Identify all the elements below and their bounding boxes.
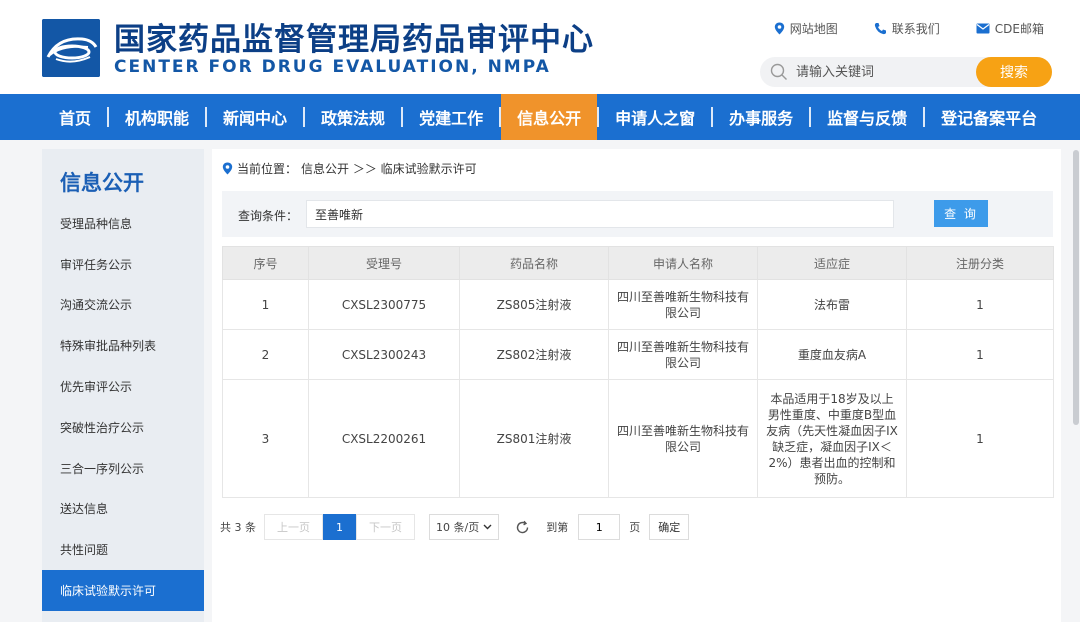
table-cell: ZS801注射液 <box>459 379 609 498</box>
location-pin-icon <box>222 162 233 175</box>
mail-icon <box>976 23 990 34</box>
cde-mail-label: CDE邮箱 <box>994 22 1044 36</box>
prev-page-button[interactable]: 上一页 <box>264 514 323 540</box>
breadcrumb-prefix: 当前位置： <box>237 162 298 176</box>
table-cell: ZS802注射液 <box>459 329 609 380</box>
cde-mail-link[interactable]: CDE邮箱 <box>976 20 1044 37</box>
nav-item[interactable]: 办事服务 <box>713 94 809 140</box>
contact-us-link[interactable]: 联系我们 <box>874 20 940 37</box>
query-button[interactable]: 查 询 <box>934 200 988 227</box>
table-cell: 四川至善唯新生物科技有限公司 <box>608 329 758 380</box>
sidebar-item[interactable]: 特殊审批品种列表 <box>42 325 204 366</box>
page-1-button[interactable]: 1 <box>323 514 356 540</box>
table-cell: ZS805注射液 <box>459 279 609 330</box>
location-pin-icon <box>774 22 784 35</box>
table-cell: 3 <box>222 379 309 498</box>
site-map-link[interactable]: 网站地图 <box>774 20 838 37</box>
breadcrumb: 当前位置： 信息公开 ＞＞ 临床试验默示许可 <box>222 160 477 177</box>
scrollbar-thumb[interactable] <box>1073 150 1079 425</box>
table-cell: 1 <box>906 279 1054 330</box>
nav-item[interactable]: 政策法规 <box>305 94 401 140</box>
table-cell: CXSL2300775 <box>308 279 460 330</box>
goto-label: 到第 <box>546 521 569 534</box>
table-header-cell: 序号 <box>222 246 309 280</box>
table-cell: 四川至善唯新生物科技有限公司 <box>608 379 758 498</box>
nav-item[interactable]: 申请人之窗 <box>599 94 711 140</box>
main-nav: 首页 机构职能 新闻中心 政策法规 党建工作 信息公开 申请人之窗 办事服务 监督与反馈 登记备案… <box>0 94 1080 140</box>
table-header-cell: 注册分类 <box>906 246 1054 280</box>
query-label: 查询条件： <box>238 209 299 223</box>
search-icon <box>770 63 787 80</box>
sidebar-item[interactable]: 优先审评公示 <box>42 366 204 407</box>
site-title-en: CENTER FOR DRUG EVALUATION, NMPA <box>114 57 551 77</box>
refresh-icon <box>517 520 529 533</box>
sidebar-item[interactable]: 送达信息 <box>42 489 204 530</box>
nav-item[interactable]: 登记备案平台 <box>925 94 1053 140</box>
site-search-input[interactable] <box>796 57 976 87</box>
sidebar-item[interactable]: 共性问题 <box>42 529 204 570</box>
table-cell: 1 <box>906 379 1054 498</box>
table-cell: CXSL2300243 <box>308 329 460 380</box>
site-search: 搜索 <box>760 57 1052 87</box>
page-label: 页 <box>629 521 641 534</box>
goto-page-input[interactable] <box>578 514 621 540</box>
table-cell: 四川至善唯新生物科技有限公司 <box>608 279 758 330</box>
table-header-cell: 药品名称 <box>459 246 609 280</box>
pagination-total: 共 3 条 <box>220 521 256 534</box>
sidebar: 信息公开 受理品种信息 审评任务公示 沟通交流公示 特殊审批品种列表 优先审评公示 突破性… <box>42 149 204 622</box>
main-content: 当前位置：信息公开 ＞＞ 临床试验默示许可 查询条件： 查 询 序号受理号药品名… <box>212 149 1061 622</box>
next-page-button[interactable]: 下一页 <box>356 514 415 540</box>
cde-logo[interactable] <box>42 19 100 77</box>
query-bar: 查询条件： 查 询 <box>222 191 1053 237</box>
table-cell: 2 <box>222 329 309 380</box>
site-title-cn: 国家药品监督管理局药品审评中心 <box>114 22 594 58</box>
nav-item[interactable]: 新闻中心 <box>207 94 303 140</box>
table-cell: 重度血友病A <box>757 329 907 380</box>
query-input[interactable] <box>306 200 894 228</box>
nav-item[interactable]: 信息公开 <box>501 94 598 140</box>
results-table: 序号 受理号 药品名称 申请人名称 适应症 注册分类 1 CXSL2300775 ZS805注… <box>222 246 1054 498</box>
top-links: 网站地图 联系我们 CDE邮箱 <box>774 20 1044 37</box>
table-row[interactable]: 2 CXSL2300243 ZS802注射液 四川至善唯新生物科技有限公司 重度血友病A… <box>222 329 1054 380</box>
table-header-cell: 申请人名称 <box>608 246 758 280</box>
table-header-row: 序号 受理号 药品名称 申请人名称 适应症 注册分类 <box>222 246 1054 280</box>
nav-item[interactable]: 监督与反馈 <box>811 94 923 140</box>
table-cell: CXSL2200261 <box>308 379 460 498</box>
sidebar-item[interactable]: 审评任务公示 <box>42 244 204 285</box>
table-row[interactable]: 1 CXSL2300775 ZS805注射液 四川至善唯新生物科技有限公司 法布雷 1 <box>222 279 1054 330</box>
pagination: 共 3 条 上一页 1 下一页 10 条/页 到第 页 确定 <box>220 514 690 540</box>
sidebar-item[interactable]: 临床试验默示许可 <box>42 570 204 611</box>
table-row[interactable]: 3 CXSL2200261 ZS801注射液 四川至善唯新生物科技有限公司 本品适用于1… <box>222 379 1054 498</box>
site-header: 国家药品监督管理局药品审评中心 CENTER FOR DRUG EVALUATI… <box>0 0 1080 94</box>
table-cell: 1 <box>906 329 1054 380</box>
goto-confirm-button[interactable]: 确定 <box>649 514 690 540</box>
sidebar-item[interactable]: 受理品种信息 <box>42 203 204 244</box>
page-size-select[interactable]: 10 条/页 <box>429 514 500 540</box>
table-cell: 1 <box>222 279 309 330</box>
table-header-cell: 受理号 <box>308 246 460 280</box>
refresh-button[interactable] <box>515 520 530 535</box>
sidebar-item[interactable]: 沟通交流公示 <box>42 285 204 326</box>
nav-item[interactable]: 机构职能 <box>109 94 205 140</box>
table-cell: 本品适用于18岁及以上男性重度、中重度B型血友病（先天性凝血因子IX缺乏症，凝血… <box>757 379 907 498</box>
nav-item[interactable]: 首页 <box>43 94 107 140</box>
phone-icon <box>874 23 886 35</box>
site-map-label: 网站地图 <box>789 22 838 36</box>
site-search-button[interactable]: 搜索 <box>976 57 1052 87</box>
sidebar-item[interactable]: 三合一序列公示 <box>42 448 204 489</box>
sidebar-item[interactable]: 突破性治疗公示 <box>42 407 204 448</box>
table-header-cell: 适应症 <box>757 246 907 280</box>
chevron-down-icon <box>483 524 492 530</box>
sidebar-list: 受理品种信息 审评任务公示 沟通交流公示 特殊审批品种列表 优先审评公示 突破性治疗公示三… <box>42 203 204 611</box>
page-scrollbar[interactable] <box>1072 140 1080 622</box>
page-size-value: 10 条/页 <box>436 521 480 534</box>
sidebar-title: 信息公开 <box>60 171 144 195</box>
contact-us-label: 联系我们 <box>891 22 940 36</box>
breadcrumb-path[interactable]: 信息公开 ＞＞ 临床试验默示许可 <box>301 160 477 177</box>
nav-item[interactable]: 党建工作 <box>403 94 499 140</box>
table-cell: 法布雷 <box>757 279 907 330</box>
